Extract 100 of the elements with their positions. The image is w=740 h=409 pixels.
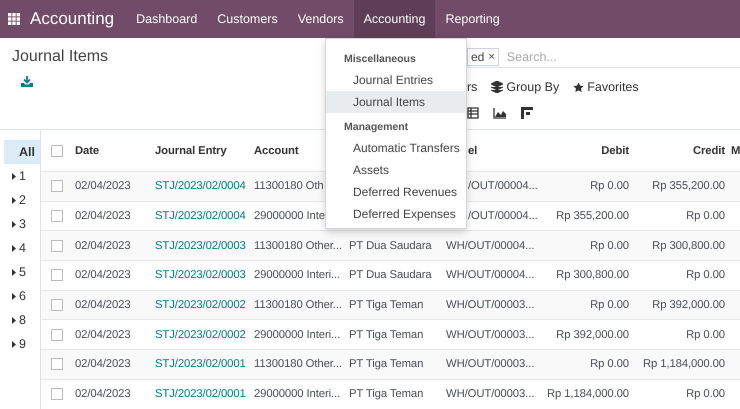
row-checkbox[interactable] [51,180,63,192]
table-cell: /OUT/00004... [468,210,538,222]
table-cell: WH/OUT/00003... [446,388,534,400]
sidebar-item[interactable]: 4 [4,236,40,260]
table-cell: 02/04/2023 [75,210,131,222]
caret-icon [12,244,16,252]
column-header[interactable]: M [731,144,740,156]
table-cell: 02/04/2023 [75,299,131,312]
menu-item[interactable]: Assets [326,159,466,181]
facet-remove[interactable]: × [488,50,495,62]
column-header[interactable]: Credit [692,144,725,156]
table-cell: Rp 355,200.00 [556,210,629,222]
view-switch-button[interactable] [467,107,479,119]
sidebar-item[interactable]: All [4,140,40,164]
pivot-icon [521,107,533,119]
table-cell: Rp 0.00 [686,328,725,341]
column-header[interactable]: Account [254,144,298,156]
table-cell: PT Tiga Teman [349,388,424,400]
menu-item[interactable]: Deferred Revenues [326,181,466,203]
table-cell: Rp 1,184,000.00 [642,358,725,370]
sidebar-item[interactable]: 1 [4,164,40,188]
table-cell: PT Tiga Teman [349,328,424,341]
table-cell: 29000000 Interi... [254,388,340,400]
view-switch-button[interactable] [521,107,533,119]
caret-icon [12,220,16,228]
apps-grid-icon[interactable] [8,13,20,25]
entry-link[interactable]: STJ/2023/02/0003 [155,240,246,252]
nav-menu-item[interactable]: Vendors [288,0,354,38]
table-cell: Rp 0.00 [686,210,725,222]
filter-toolbar-button[interactable]: rs [467,80,478,94]
app-title: Accounting [30,9,114,29]
filter-toolbar-button[interactable]: Group By [491,80,560,94]
table-cell: 29000000 Inte [254,210,325,222]
table-cell: Rp 0.00 [686,388,725,400]
row-checkbox[interactable] [51,269,63,282]
table-cell: 11300180 Other... [254,240,342,252]
layers-icon [491,81,504,93]
table-cell: Rp 0.00 [686,269,725,282]
caret-icon [12,340,16,348]
area-chart-icon [493,107,507,119]
column-header[interactable]: Debit [601,144,629,156]
entry-link[interactable]: STJ/2023/02/0004 [155,210,246,222]
row-checkbox[interactable] [51,328,63,341]
caret-icon [12,172,16,180]
table-cell: WH/OUT/00003... [446,328,534,341]
table-cell: 02/04/2023 [75,240,131,252]
entry-link[interactable]: STJ/2023/02/0004 [155,180,246,192]
table-cell: Rp 355,200.00 [652,180,725,192]
table-cell: 11300180 Other... [254,299,342,312]
entry-link[interactable]: STJ/2023/02/0003 [155,269,246,282]
row-checkbox[interactable] [51,299,63,312]
table-cell: PT Dua Saudara [349,269,432,282]
row-checkbox[interactable] [51,388,63,400]
caret-icon [12,268,16,276]
nav-menu-item[interactable]: Reporting [435,0,510,38]
nav-menu-item[interactable]: Dashboard [126,0,208,38]
table-cell: 02/04/2023 [75,328,131,341]
column-header[interactable]: Journal Entry [155,144,227,156]
table-cell: 11300180 Oth [254,180,324,192]
row-checkbox[interactable] [51,240,63,252]
sidebar-item[interactable]: 5 [4,260,40,284]
table-cell: Rp 0.00 [590,358,629,370]
sidebar-item[interactable]: 9 [4,332,40,356]
row-checkbox[interactable] [51,210,63,222]
sidebar-item[interactable]: 2 [4,188,40,212]
nav-menu-item[interactable]: Accounting [354,0,436,38]
nav-menu-item[interactable]: Customers [207,0,288,38]
table-cell: WH/OUT/00003... [446,299,534,312]
caret-icon [12,292,16,300]
table-cell: 11300180 Other... [254,358,342,370]
table-cell: 02/04/2023 [75,388,131,400]
table-cell: WH/OUT/00004... [446,269,534,282]
sidebar-item[interactable]: 6 [4,284,40,308]
column-header[interactable]: Date [75,144,100,156]
menu-item[interactable]: Journal Items [326,91,466,113]
entry-link[interactable]: STJ/2023/02/0001 [155,388,246,400]
entry-link[interactable]: STJ/2023/02/0002 [155,299,246,312]
table-cell: WH/OUT/00004... [446,240,534,252]
table-cell: 29000000 Interi... [254,269,340,282]
entry-link[interactable]: STJ/2023/02/0002 [155,328,246,341]
column-header[interactable]: el [468,144,478,156]
page-title: Journal Items [12,48,108,66]
entry-link[interactable]: STJ/2023/02/0001 [155,358,246,370]
table-cell: Rp 0.00 [590,299,629,312]
search-field[interactable]: Search... [504,48,740,64]
row-checkbox[interactable] [51,358,63,370]
select-all-checkbox[interactable] [51,144,63,156]
download-icon[interactable] [21,76,33,87]
table-cell: PT Dua Saudara [349,240,432,252]
table-cell: Rp 392,000.00 [556,328,629,341]
table-cell: Rp 392,000.00 [652,299,725,312]
view-switch-button[interactable] [493,107,507,119]
star-icon [573,82,584,92]
sidebar-item[interactable]: 3 [4,212,40,236]
sidebar-item[interactable]: 8 [4,308,40,332]
menu-item[interactable]: Automatic Transfers [326,137,466,159]
menu-item[interactable]: Journal Entries [326,69,466,91]
caret-icon [12,196,16,204]
menu-item[interactable]: Deferred Expenses [326,203,466,225]
filter-toolbar-button[interactable]: Favorites [573,80,639,94]
